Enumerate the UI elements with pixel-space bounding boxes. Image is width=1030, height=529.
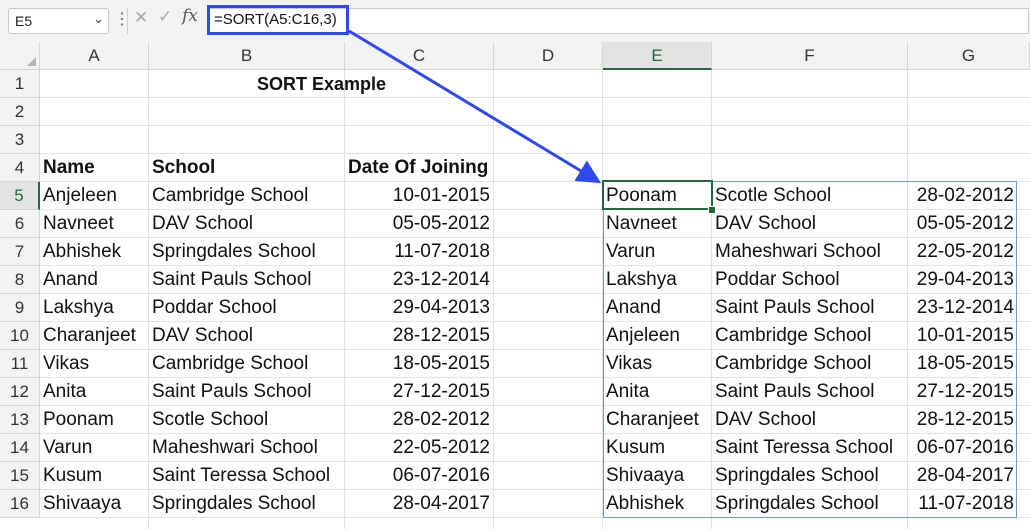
spill-range-border <box>603 181 1017 518</box>
formula-bar: E5 ⌄ ⋮ ✕ ✓ fx =SORT(A5:C16,3) <box>0 0 1030 42</box>
formula-bar-divider <box>127 8 128 34</box>
source-school-cell[interactable]: Saint Pauls School <box>149 266 345 294</box>
cancel-icon[interactable]: ✕ <box>134 8 148 28</box>
source-date-cell[interactable]: 28-04-2017 <box>345 490 494 518</box>
row-header-15[interactable]: 15 <box>0 462 40 490</box>
select-all-corner[interactable] <box>0 42 40 70</box>
active-cell-outline <box>602 180 713 210</box>
row-header-13[interactable]: 13 <box>0 406 40 434</box>
source-school-cell[interactable]: Poddar School <box>149 294 345 322</box>
source-name-cell[interactable]: Charanjeet <box>40 322 149 350</box>
formula-highlight-box <box>207 5 349 35</box>
source-school-cell[interactable]: Springdales School <box>149 490 345 518</box>
source-name-cell[interactable]: Vikas <box>40 350 149 378</box>
check-icon[interactable]: ✓ <box>158 7 172 27</box>
source-school-cell[interactable]: DAV School <box>149 322 345 350</box>
source-date-cell[interactable]: 23-12-2014 <box>345 266 494 294</box>
source-school-cell[interactable]: Cambridge School <box>149 182 345 210</box>
header-name[interactable]: Name <box>40 154 149 182</box>
source-name-cell[interactable]: Lakshya <box>40 294 149 322</box>
row-header-12[interactable]: 12 <box>0 378 40 406</box>
row-header-5[interactable]: 5 <box>0 182 40 210</box>
row-header-4[interactable]: 4 <box>0 154 40 182</box>
source-name-cell[interactable]: Anita <box>40 378 149 406</box>
source-date-cell[interactable]: 05-05-2012 <box>345 210 494 238</box>
column-header-c[interactable]: C <box>345 42 494 70</box>
row-header-7[interactable]: 7 <box>0 238 40 266</box>
row-header-14[interactable]: 14 <box>0 434 40 462</box>
source-date-cell[interactable]: 28-02-2012 <box>345 406 494 434</box>
source-school-cell[interactable]: Maheshwari School <box>149 434 345 462</box>
source-date-cell[interactable]: 22-05-2012 <box>345 434 494 462</box>
source-name-cell[interactable]: Abhishek <box>40 238 149 266</box>
row-header-16[interactable]: 16 <box>0 490 40 518</box>
row-header-2[interactable]: 2 <box>0 98 40 126</box>
row-header-9[interactable]: 9 <box>0 294 40 322</box>
chevron-down-icon[interactable]: ⌄ <box>93 11 104 27</box>
source-school-cell[interactable]: Saint Teressa School <box>149 462 345 490</box>
column-header-a[interactable]: A <box>40 42 149 70</box>
row-header-10[interactable]: 10 <box>0 322 40 350</box>
source-school-cell[interactable]: Springdales School <box>149 238 345 266</box>
column-header-b[interactable]: B <box>149 42 345 70</box>
source-date-cell[interactable]: 06-07-2016 <box>345 462 494 490</box>
column-header-d[interactable]: D <box>494 42 603 70</box>
source-name-cell[interactable]: Anand <box>40 266 149 294</box>
source-school-cell[interactable]: Scotle School <box>149 406 345 434</box>
source-school-cell[interactable]: Cambridge School <box>149 350 345 378</box>
source-name-cell[interactable]: Shivaaya <box>40 490 149 518</box>
column-header-f[interactable]: F <box>712 42 908 70</box>
column-header-e[interactable]: E <box>603 42 712 70</box>
header-date[interactable]: Date Of Joining <box>345 154 494 182</box>
source-school-cell[interactable]: Saint Pauls School <box>149 378 345 406</box>
fill-handle[interactable] <box>708 206 716 214</box>
source-date-cell[interactable]: 11-07-2018 <box>345 238 494 266</box>
column-header-g[interactable]: G <box>908 42 1030 70</box>
row-header-11[interactable]: 11 <box>0 350 40 378</box>
row-header-6[interactable]: 6 <box>0 210 40 238</box>
source-date-cell[interactable]: 29-04-2013 <box>345 294 494 322</box>
row-header-1[interactable]: 1 <box>0 70 40 98</box>
source-name-cell[interactable]: Varun <box>40 434 149 462</box>
source-date-cell[interactable]: 10-01-2015 <box>345 182 494 210</box>
source-school-cell[interactable]: DAV School <box>149 210 345 238</box>
source-name-cell[interactable]: Navneet <box>40 210 149 238</box>
source-name-cell[interactable]: Poonam <box>40 406 149 434</box>
header-school[interactable]: School <box>149 154 345 182</box>
sheet-title[interactable]: SORT Example <box>149 70 494 98</box>
source-name-cell[interactable]: Anjeleen <box>40 182 149 210</box>
name-box-value: E5 <box>15 13 33 29</box>
source-name-cell[interactable]: Kusum <box>40 462 149 490</box>
source-date-cell[interactable]: 28-12-2015 <box>345 322 494 350</box>
source-date-cell[interactable]: 27-12-2015 <box>345 378 494 406</box>
name-box[interactable]: E5 ⌄ <box>8 8 109 34</box>
row-header-3[interactable]: 3 <box>0 126 40 154</box>
row-header-8[interactable]: 8 <box>0 266 40 294</box>
insert-function-icon[interactable]: fx <box>182 6 198 26</box>
source-date-cell[interactable]: 18-05-2015 <box>345 350 494 378</box>
